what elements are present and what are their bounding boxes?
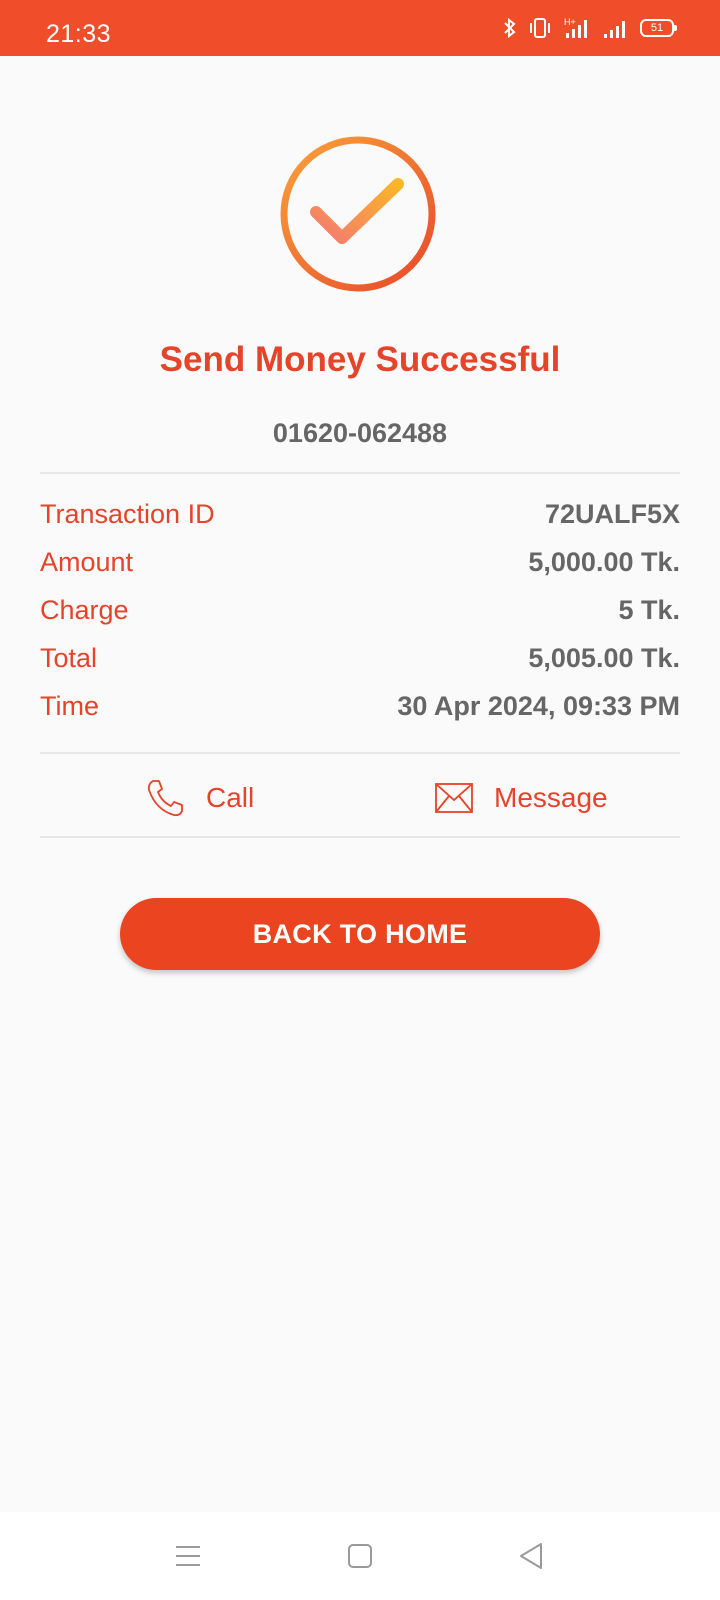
success-check-icon [280, 136, 436, 292]
message-button[interactable]: Message [434, 758, 608, 838]
detail-row-time: Time 30 Apr 2024, 09:33 PM [40, 682, 680, 730]
divider [40, 472, 680, 474]
vibrate-icon [530, 18, 550, 38]
battery-level: 51 [650, 22, 664, 34]
home-square-icon[interactable] [340, 1536, 380, 1576]
contact-actions: Call Message [40, 758, 680, 838]
detail-value: 5 Tk. [618, 594, 680, 625]
detail-label: Time [40, 690, 99, 721]
detail-value: 30 Apr 2024, 09:33 PM [397, 690, 680, 721]
system-nav-bar [0, 1512, 720, 1600]
detail-row-charge: Charge 5 Tk. [40, 586, 680, 634]
back-triangle-icon[interactable] [512, 1536, 552, 1576]
menu-icon[interactable] [168, 1536, 208, 1576]
phone-icon [147, 780, 183, 817]
signal-icon [604, 21, 625, 38]
success-title: Send Money Successful [159, 340, 561, 379]
detail-row-transaction-id: Transaction ID 72UALF5X [40, 490, 680, 538]
status-time: 21:33 [46, 20, 112, 48]
detail-value: 5,000.00 Tk. [528, 546, 680, 577]
send-money-success-screen: 21:33 H+ 51 Send Money Successful 01620-… [0, 0, 720, 1600]
divider [40, 836, 680, 838]
detail-label: Transaction ID [40, 498, 215, 529]
status-bar: 21:33 H+ 51 [0, 0, 720, 56]
detail-value: 72UALF5X [544, 498, 680, 529]
svg-text:H+: H+ [564, 17, 576, 27]
detail-row-amount: Amount 5,000.00 Tk. [40, 538, 680, 586]
divider [40, 752, 680, 754]
transaction-details: Transaction ID 72UALF5X Amount 5,000.00 … [40, 490, 680, 730]
message-label: Message [494, 782, 608, 813]
detail-row-total: Total 5,005.00 Tk. [40, 634, 680, 682]
recipient-number: 01620-062488 [272, 418, 448, 448]
detail-label: Charge [40, 594, 129, 625]
bluetooth-icon [504, 17, 516, 39]
back-to-home-button[interactable]: BACK TO HOME [120, 898, 600, 970]
envelope-icon [435, 783, 473, 813]
detail-label: Total [40, 642, 98, 673]
call-button[interactable]: Call [144, 758, 254, 838]
detail-value: 5,005.00 Tk. [528, 642, 680, 673]
signal-hplus-icon: H+ [564, 17, 587, 38]
call-label: Call [206, 782, 255, 813]
detail-label: Amount [40, 546, 134, 577]
battery-icon: 51 [640, 19, 677, 37]
status-icons: H+ 51 [502, 14, 677, 42]
